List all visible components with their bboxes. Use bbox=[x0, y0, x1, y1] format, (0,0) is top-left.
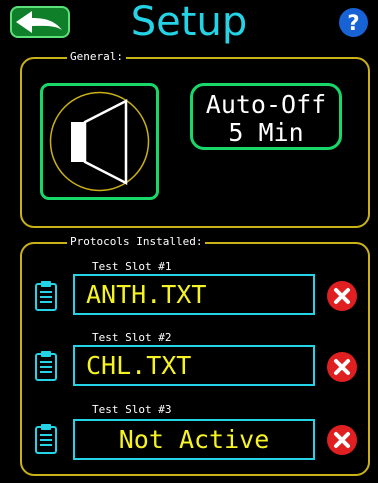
slot-3-field[interactable]: Not Active bbox=[73, 419, 315, 460]
slot-1-value: ANTH.TXT bbox=[86, 280, 207, 309]
general-legend: General: bbox=[67, 51, 126, 63]
slot-2-remove-button[interactable] bbox=[327, 352, 357, 382]
svg-text:?: ? bbox=[347, 11, 359, 35]
auto-off-value: 5 Min bbox=[228, 118, 304, 147]
slot-3-value: Not Active bbox=[118, 425, 270, 454]
auto-off-label: Auto-Off bbox=[205, 90, 327, 119]
slot-1-remove-button[interactable] bbox=[327, 281, 357, 311]
close-icon bbox=[334, 288, 350, 304]
page-title: Setup bbox=[130, 0, 248, 45]
slot-2-value: CHL.TXT bbox=[86, 351, 192, 380]
help-button[interactable]: ? bbox=[339, 8, 368, 37]
sound-toggle-button[interactable] bbox=[40, 83, 159, 200]
close-icon bbox=[334, 432, 350, 448]
close-icon bbox=[334, 359, 350, 375]
speaker-icon bbox=[49, 91, 150, 192]
slot-2-label: Test Slot #2 bbox=[92, 331, 172, 344]
slot-3-label: Test Slot #3 bbox=[92, 403, 172, 416]
slot-3-remove-button[interactable] bbox=[327, 425, 357, 455]
clipboard-icon[interactable] bbox=[34, 350, 58, 386]
slot-1-field[interactable]: ANTH.TXT bbox=[73, 274, 315, 315]
slot-2-field[interactable]: CHL.TXT bbox=[73, 345, 315, 386]
question-mark-icon: ? bbox=[347, 11, 359, 35]
protocols-legend: Protocols Installed: bbox=[67, 236, 206, 248]
auto-off-button[interactable]: Auto-Off 5 Min bbox=[190, 83, 342, 150]
clipboard-icon[interactable] bbox=[34, 423, 58, 459]
clipboard-icon[interactable] bbox=[34, 280, 58, 316]
slot-1-label: Test Slot #1 bbox=[92, 260, 172, 273]
